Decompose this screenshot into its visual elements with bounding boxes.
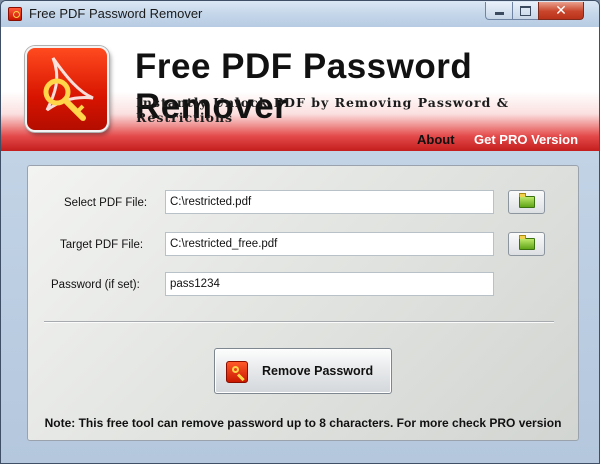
pdf-key-logo-icon	[25, 46, 109, 132]
pdf-key-icon	[226, 361, 248, 383]
app-icon	[8, 7, 22, 21]
note-text: Note: This free tool can remove password…	[44, 416, 562, 430]
remove-password-button[interactable]: Remove Password	[214, 348, 392, 394]
password-input[interactable]	[165, 272, 494, 296]
folder-open-icon	[518, 235, 535, 250]
password-label: Password (if set):	[51, 279, 140, 291]
maximize-icon	[520, 5, 531, 16]
divider	[44, 321, 554, 323]
folder-open-icon	[518, 193, 535, 208]
window-title: Free PDF Password Remover	[29, 6, 203, 21]
minimize-button[interactable]	[485, 2, 513, 20]
browse-target-button[interactable]	[508, 232, 545, 256]
target-file-label: Target PDF File:	[60, 239, 144, 251]
app-window: Free PDF Password Remover ✕ Free PDF Pas…	[0, 0, 600, 464]
close-icon: ✕	[555, 2, 567, 19]
maximize-button[interactable]	[512, 2, 539, 20]
about-link[interactable]: About	[417, 132, 455, 147]
title-bar[interactable]: Free PDF Password Remover ✕	[1, 1, 599, 28]
banner-subtitle: Instantly Unlock PDF by Removing Passwor…	[136, 95, 509, 125]
target-file-input[interactable]	[165, 232, 494, 256]
get-pro-link[interactable]: Get PRO Version	[474, 132, 578, 147]
browse-select-button[interactable]	[508, 190, 545, 214]
header-banner: Free PDF Password Remover Instantly Unlo…	[1, 27, 599, 151]
minimize-icon	[494, 12, 504, 15]
select-file-input[interactable]	[165, 190, 494, 214]
remove-password-label: Remove Password	[262, 364, 374, 378]
main-panel: Select PDF File: Target PDF File: Passwo…	[27, 165, 579, 441]
close-button[interactable]: ✕	[538, 2, 584, 20]
select-file-label: Select PDF File:	[64, 197, 148, 209]
